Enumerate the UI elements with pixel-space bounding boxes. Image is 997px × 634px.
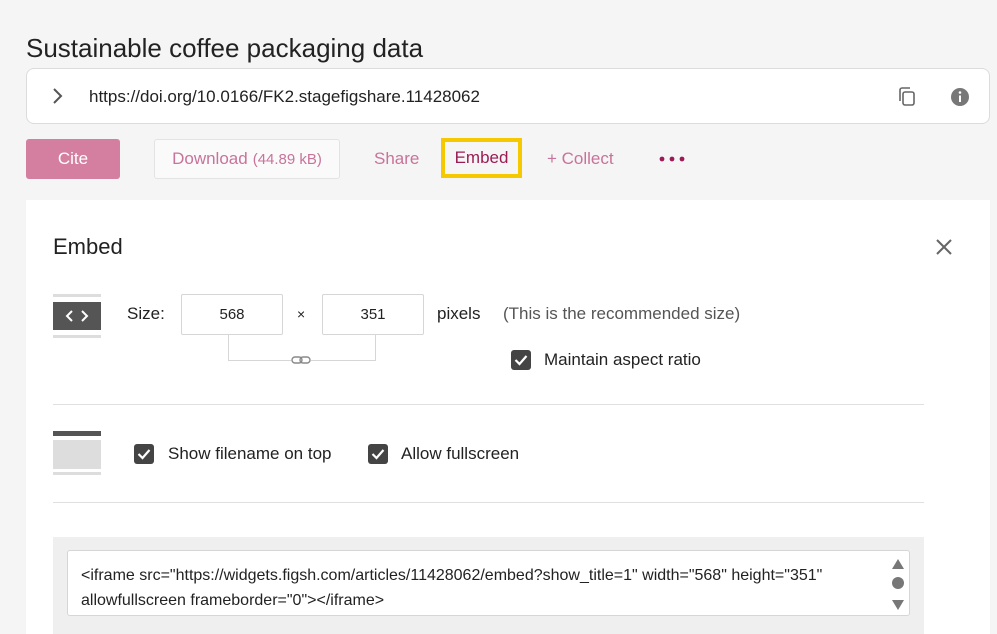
scrollbar-thumb[interactable] [892,577,904,589]
doi-link[interactable]: https://doi.org/10.0166/FK2.stagefigshar… [89,87,480,107]
allow-fullscreen-label[interactable]: Allow fullscreen [401,444,519,464]
embed-code-textarea[interactable]: <iframe src="https://widgets.figsh.com/a… [67,550,910,616]
checkmark-icon [371,449,385,460]
scroll-down-arrow-icon[interactable] [891,599,905,611]
pixels-label: pixels [437,304,481,323]
checkmark-icon [514,355,528,366]
link-icon [291,355,311,365]
show-filename-checkbox[interactable] [134,444,154,464]
embed-panel: Embed Size: × pixels (This is the recomm… [26,200,990,634]
share-link[interactable]: Share [374,149,419,169]
height-input[interactable] [322,294,424,335]
layout-icon [53,431,101,475]
recommended-size-note: (This is the recommended size) [503,304,741,323]
allow-fullscreen-checkbox[interactable] [368,444,388,464]
show-filename-label[interactable]: Show filename on top [168,444,332,464]
chevron-right-icon[interactable] [49,86,65,106]
maintain-aspect-ratio-checkbox[interactable] [511,350,531,370]
checkmark-icon [137,449,151,460]
collect-link[interactable]: + Collect [547,149,614,169]
embed-code-text[interactable]: <iframe src="https://widgets.figsh.com/a… [81,563,871,613]
width-input[interactable] [181,294,283,335]
maintain-aspect-ratio-label[interactable]: Maintain aspect ratio [544,350,701,370]
close-icon[interactable] [935,238,953,256]
embed-code-icon [53,294,101,338]
more-options-icon[interactable] [659,156,685,162]
download-button[interactable]: Download (44.89 kB) [154,139,340,179]
scroll-up-arrow-icon[interactable] [891,558,905,570]
divider [53,502,924,503]
embed-code-section: <iframe src="https://widgets.figsh.com/a… [53,537,924,634]
info-icon[interactable] [950,87,970,107]
copy-icon[interactable] [897,86,917,108]
embed-link[interactable]: Embed [441,138,522,178]
download-size: (44.89 kB) [252,150,322,168]
size-label: Size: [127,304,165,323]
cite-button[interactable]: Cite [26,139,120,179]
download-label: Download [172,149,248,168]
divider [53,404,924,405]
doi-bar: https://doi.org/10.0166/FK2.stagefigshar… [26,68,990,124]
embed-panel-title: Embed [53,234,123,259]
page-title: Sustainable coffee packaging data [26,33,424,64]
times-symbol: × [297,306,306,322]
